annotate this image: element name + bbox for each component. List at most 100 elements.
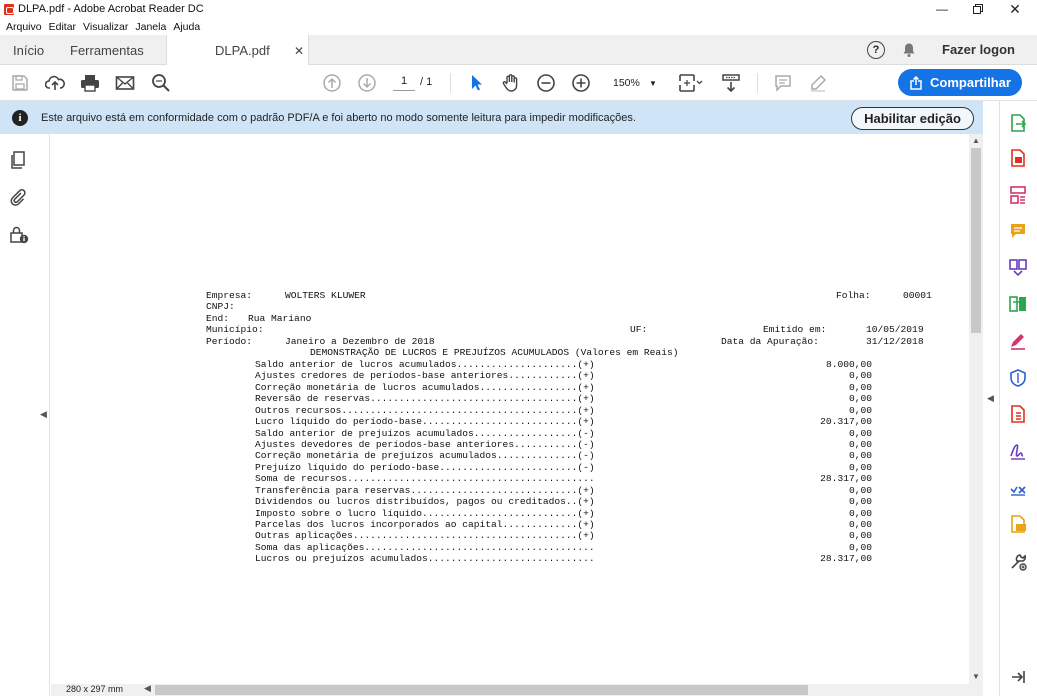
statement-row-value: 0,00 — [848, 404, 872, 416]
menu-visualizar[interactable]: Visualizar — [83, 21, 128, 33]
upload-button[interactable] — [44, 72, 66, 94]
menu-arquivo[interactable]: Arquivo — [6, 21, 42, 33]
close-window-button[interactable]: ✕ — [997, 0, 1033, 18]
menu-ajuda[interactable]: Ajuda — [173, 21, 200, 33]
share-icon — [910, 75, 922, 90]
statement-row-value: 28.317,00 — [820, 473, 872, 485]
menu-editar[interactable]: Editar — [49, 21, 76, 33]
close-tab-icon[interactable]: ✕ — [294, 44, 304, 58]
statement-row-value: 20.317,00 — [820, 416, 872, 428]
zoom-in-button[interactable] — [570, 72, 592, 94]
cnpj-label: CNPJ: — [206, 301, 235, 312]
statement-row-label: Saldo anterior de prejuízos acumulados..… — [255, 427, 595, 439]
tab-home[interactable]: Início — [13, 35, 44, 65]
next-page-button[interactable] — [356, 72, 378, 94]
statement-row-value: 0,00 — [848, 507, 872, 519]
fill-sign-icon[interactable] — [1008, 331, 1028, 351]
notification-bell-icon[interactable] — [901, 42, 917, 58]
statement-row-label: Soma das aplicações.....................… — [255, 541, 595, 553]
statement-row-label: Parcelas dos lucros incorporados ao capi… — [255, 519, 595, 531]
email-button[interactable] — [114, 72, 136, 94]
create-pdf-icon[interactable] — [1008, 148, 1028, 168]
statement-row-value: 0,00 — [848, 484, 872, 496]
zoom-in-icon — [572, 74, 590, 92]
edit-pdf-icon[interactable] — [1008, 185, 1028, 205]
scroll-left-icon[interactable]: ◀ — [144, 683, 151, 694]
empresa-value: WOLTERS KLUWER — [285, 290, 366, 301]
statement-row-value: 0,00 — [848, 427, 872, 439]
page-view-button[interactable] — [676, 72, 706, 94]
minimize-button[interactable]: — — [924, 0, 960, 18]
collapse-right-panel-icon[interactable]: ◀ — [987, 393, 994, 404]
export-pdf-icon[interactable] — [1008, 113, 1028, 133]
empresa-label: Empresa: — [206, 290, 253, 301]
print-button[interactable] — [79, 72, 101, 94]
vertical-scrollbar[interactable]: ▲ ▼ — [969, 134, 983, 684]
highlight-button[interactable] — [807, 72, 829, 94]
help-icon[interactable]: ? — [867, 41, 885, 59]
statement-row-label: Soma de recursos........................… — [255, 473, 595, 485]
statement-row-label: Saldo anterior de lucros acumulados.....… — [255, 359, 595, 370]
signature-icon[interactable] — [1008, 441, 1028, 461]
page-total: / 1 — [420, 76, 433, 88]
horizontal-scroll-thumb[interactable] — [155, 685, 808, 695]
comment-tool-icon[interactable] — [1008, 221, 1028, 241]
folha-label: Folha: — [836, 290, 871, 301]
statement-row-value: 8.000,00 — [825, 359, 872, 370]
minimize-icon: — — [936, 2, 948, 16]
vertical-scroll-thumb[interactable] — [971, 148, 981, 333]
send-for-review-icon[interactable] — [1008, 514, 1028, 534]
statement-row-value: 0,00 — [848, 496, 872, 508]
pen-icon — [811, 74, 827, 92]
periodo-label: Período: — [206, 336, 253, 347]
protect-shield-icon[interactable] — [1008, 368, 1028, 388]
statement-row-value: 0,00 — [848, 393, 872, 405]
collapse-tools-icon[interactable] — [1008, 667, 1028, 687]
select-tool-button[interactable] — [465, 72, 487, 94]
statement-row-label: Outros recursos.........................… — [255, 404, 595, 416]
comment-button[interactable] — [772, 72, 794, 94]
certificate-sign-icon[interactable] — [1008, 478, 1028, 498]
previous-page-button[interactable] — [321, 72, 343, 94]
hand-icon — [502, 74, 518, 92]
arrow-up-circle-icon — [323, 74, 341, 92]
statement-row-value: 0,00 — [848, 439, 872, 450]
restore-icon — [973, 4, 983, 14]
enable-editing-button[interactable]: Habilitar edição — [851, 107, 974, 130]
info-icon: i — [12, 110, 28, 126]
compress-pdf-icon[interactable] — [1008, 404, 1028, 424]
search-button[interactable] — [150, 72, 172, 94]
menu-janela[interactable]: Janela — [135, 21, 166, 33]
collapse-left-panel-icon[interactable]: ◀ — [40, 409, 47, 420]
page-thumbnails-icon[interactable] — [9, 151, 27, 169]
hand-tool-button[interactable] — [500, 72, 522, 94]
tab-tools[interactable]: Ferramentas — [70, 35, 144, 65]
folha-value: 00001 — [903, 290, 932, 301]
restore-button[interactable] — [960, 0, 996, 18]
zoom-select[interactable]: 150% ▼ — [605, 73, 663, 93]
login-link[interactable]: Fazer logon — [942, 42, 1015, 57]
page-number-input[interactable]: 1 — [393, 75, 415, 91]
attachment-icon[interactable] — [9, 188, 27, 206]
statement-row-label: Ajustes credores de períodos-base anteri… — [255, 370, 595, 382]
scroll-up-icon[interactable]: ▲ — [972, 136, 980, 145]
organize-pages-icon[interactable] — [1008, 294, 1028, 314]
share-button[interactable]: Compartilhar — [898, 69, 1022, 96]
municipio-label: Município: — [206, 324, 264, 335]
statement-row-label: Prejuízo líquido do período-base........… — [255, 461, 595, 473]
share-label: Compartilhar — [930, 75, 1011, 90]
zoom-out-button[interactable] — [535, 72, 557, 94]
document-viewport[interactable]: Empresa: WOLTERS KLUWER Folha: 00001 CNP… — [51, 134, 969, 684]
statement-row-value: 0,00 — [848, 461, 872, 473]
more-tools-icon[interactable] — [1008, 552, 1028, 572]
arrow-down-circle-icon — [358, 74, 376, 92]
statement-row-label: Outras aplicações.......................… — [255, 530, 595, 542]
tab-document[interactable]: DLPA.pdf ✕ — [166, 35, 309, 66]
security-lock-icon[interactable] — [9, 225, 29, 245]
combine-files-icon[interactable] — [1008, 257, 1028, 277]
chevron-down-icon: ▼ — [649, 78, 657, 88]
scroll-down-icon[interactable]: ▼ — [972, 672, 980, 681]
save-button[interactable] — [9, 72, 31, 94]
scroll-mode-button[interactable] — [720, 72, 742, 94]
emitido-label: Emitido em: — [763, 324, 827, 335]
